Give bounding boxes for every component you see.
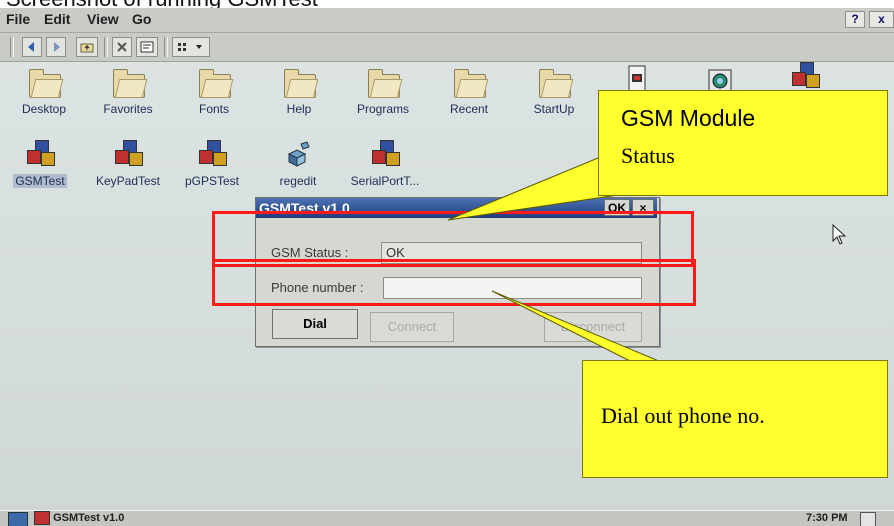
- start-icon[interactable]: [8, 512, 28, 526]
- task-app-icon: [34, 511, 50, 525]
- callout-dial-out: Dial out phone no.: [582, 360, 888, 478]
- callout-line-1: GSM Module: [621, 105, 756, 131]
- callout-text: Dial out phone no.: [601, 403, 765, 428]
- tray-icon[interactable]: [860, 512, 876, 526]
- callout-line-2: Status: [621, 143, 675, 168]
- taskbar-task-gsmtest[interactable]: GSMTest v1.0: [34, 511, 214, 526]
- callout-gsm-module-status: GSM Module Status: [598, 90, 888, 196]
- task-label: GSMTest v1.0: [53, 512, 125, 524]
- wince-screen: File Edit View Go ? x Desktop Favorites …: [0, 8, 894, 526]
- top-caption: Screenshot of running GSMTest: [0, 0, 894, 8]
- taskbar: GSMTest v1.0 7:30 PM: [0, 510, 894, 526]
- clock: 7:30 PM: [806, 512, 848, 524]
